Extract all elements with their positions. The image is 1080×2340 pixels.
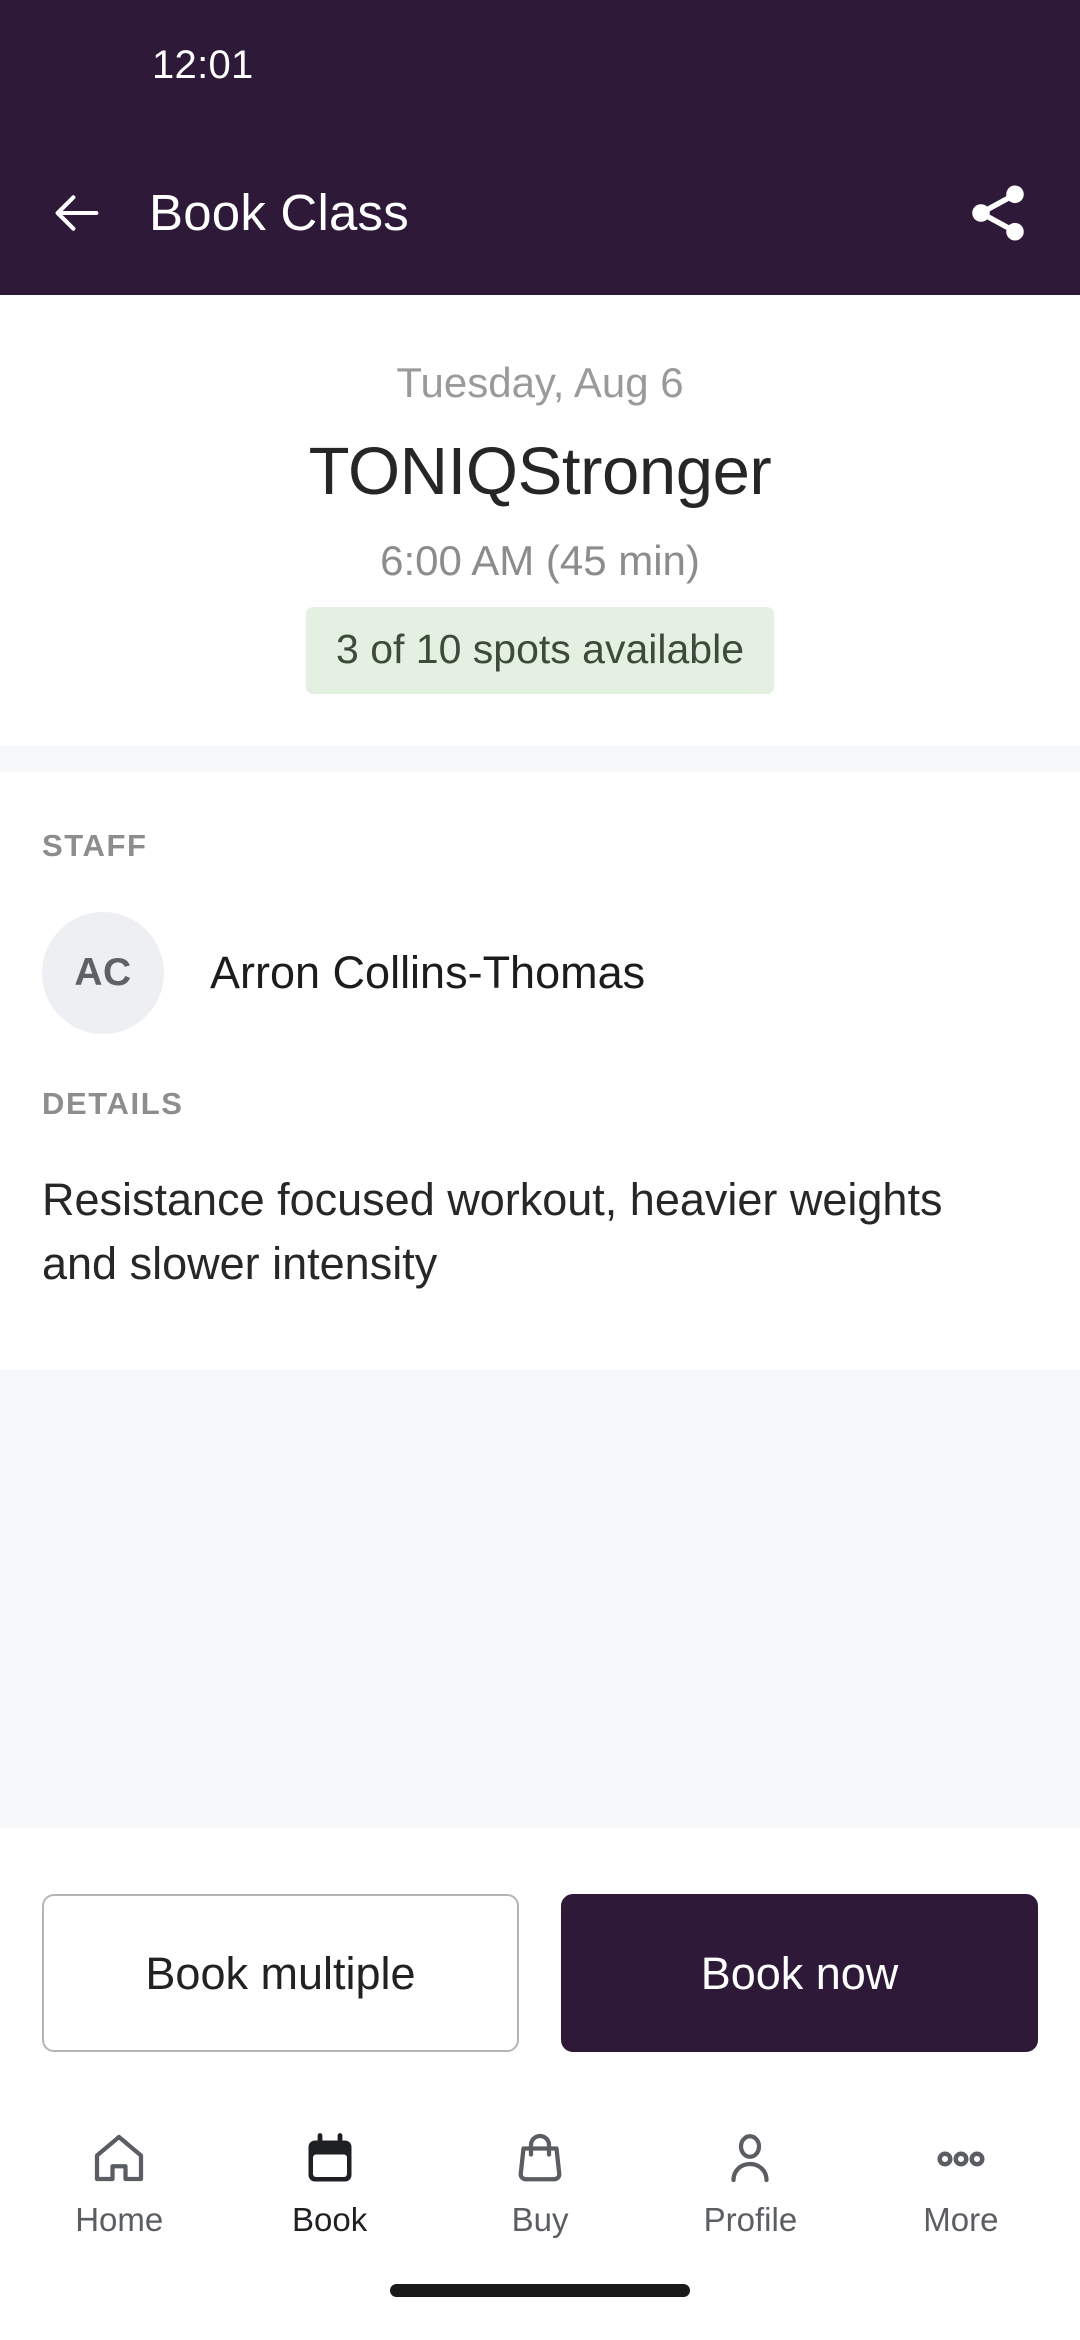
book-now-button[interactable]: Book now	[561, 1894, 1038, 2052]
nav-item-buy[interactable]: Buy	[435, 2128, 645, 2236]
gesture-navigation-bar	[0, 2278, 1080, 2340]
calendar-icon	[300, 2128, 360, 2190]
share-button[interactable]	[962, 177, 1034, 249]
nav-item-home[interactable]: Home	[14, 2128, 224, 2236]
bottom-navigation: Home Book Buy Profile More	[0, 2106, 1080, 2278]
ellipsis-icon	[931, 2128, 991, 2190]
home-icon	[89, 2128, 149, 2190]
staff-list-item[interactable]: AC Arron Collins-Thomas	[42, 912, 1038, 1035]
book-multiple-button[interactable]: Book multiple	[42, 1894, 519, 2052]
content-filler-area	[0, 1369, 1080, 1828]
shopping-bag-icon	[510, 2128, 570, 2190]
nav-label-profile: Profile	[703, 2201, 798, 2238]
person-icon	[720, 2128, 780, 2190]
nav-label-more: More	[923, 2201, 999, 2238]
nav-label-buy: Buy	[511, 2201, 569, 2238]
status-bar: 12:01	[0, 0, 1080, 130]
app-bar: Book Class	[0, 130, 1080, 295]
arrow-left-icon	[55, 194, 99, 231]
action-bar: Book multiple Book now	[0, 1828, 1080, 2106]
spots-badge-wrapper: 3 of 10 spots available	[40, 607, 1040, 695]
details-section-label: DETAILS	[42, 1086, 184, 1122]
staff-name: Arron Collins-Thomas	[210, 947, 646, 999]
staff-section-label: STAFF	[42, 828, 148, 864]
section-divider	[0, 746, 1080, 773]
gesture-handle[interactable]	[390, 2284, 690, 2297]
class-time-duration: 6:00 AM (45 min)	[380, 536, 700, 584]
status-bar-clock: 12:01	[152, 42, 254, 87]
class-name: TONIQStronger	[308, 433, 772, 509]
share-icon	[972, 185, 1024, 240]
class-details-body: STAFF AC Arron Collins-Thomas DETAILS Re…	[0, 772, 1080, 1370]
nav-item-more[interactable]: More	[856, 2128, 1066, 2236]
page-title: Book Class	[149, 184, 409, 241]
nav-label-book: Book	[292, 2201, 368, 2238]
spots-available-badge: 3 of 10 spots available	[306, 607, 774, 695]
back-button[interactable]	[48, 184, 106, 242]
nav-label-home: Home	[75, 2201, 164, 2238]
details-description: Resistance focused workout, heavier weig…	[42, 1174, 943, 1289]
nav-item-profile[interactable]: Profile	[645, 2128, 855, 2236]
nav-item-book[interactable]: Book	[224, 2128, 434, 2236]
app-screen: 12:01 Book Class Tuesday, Aug 6 TONIQStr…	[0, 0, 1080, 2340]
class-date: Tuesday, Aug 6	[396, 359, 684, 406]
class-header: Tuesday, Aug 6 TONIQStronger 6:00 AM (45…	[0, 295, 1080, 747]
avatar: AC	[42, 912, 164, 1035]
